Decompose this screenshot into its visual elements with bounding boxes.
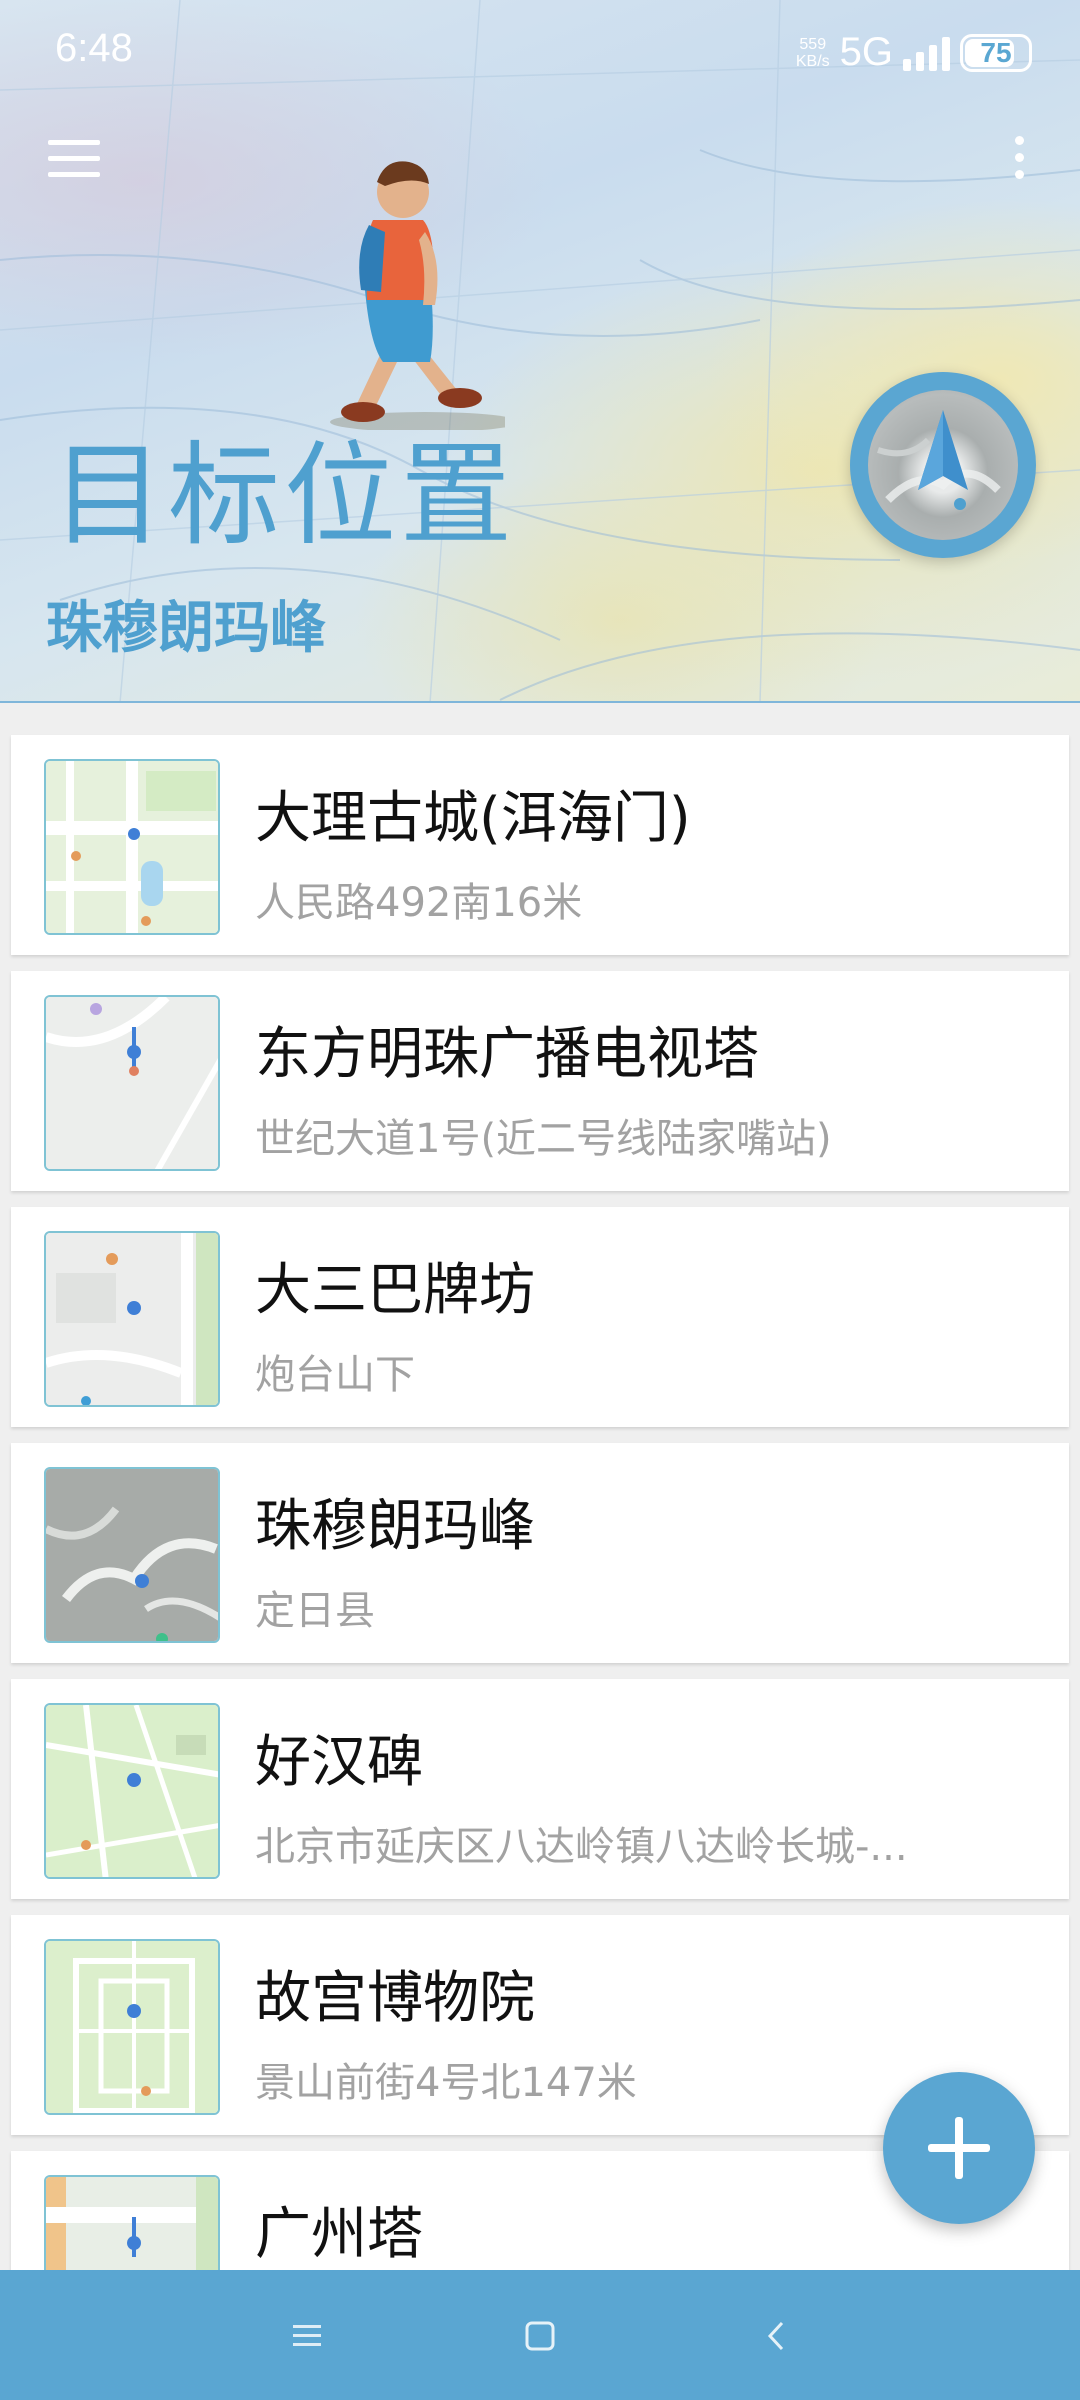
navigation-compass-icon[interactable] bbox=[850, 372, 1036, 558]
current-target-name: 珠穆朗玛峰 bbox=[46, 596, 326, 661]
location-name: 珠穆朗玛峰 bbox=[255, 1494, 535, 1559]
location-card[interactable]: 好汉碑 北京市延庆区八达岭镇八达岭长城-... bbox=[11, 1679, 1069, 1899]
location-name: 大三巴牌坊 bbox=[255, 1258, 535, 1323]
location-address: 北京市延庆区八达岭镇八达岭长城-... bbox=[255, 1824, 908, 1870]
add-location-button[interactable] bbox=[883, 2072, 1035, 2224]
location-name: 大理古城(洱海门) bbox=[255, 786, 691, 851]
status-icons: 559 KB/s 5G 75 bbox=[796, 30, 1032, 75]
compass-map-thumbnail bbox=[868, 390, 1018, 540]
location-address: 景山前街4号北147米 bbox=[255, 2060, 637, 2106]
battery-icon: 75 bbox=[960, 33, 1032, 72]
location-name: 好汉碑 bbox=[255, 1730, 423, 1795]
system-navigation-bar bbox=[0, 2270, 1080, 2400]
location-name: 广州塔 bbox=[255, 2202, 423, 2267]
location-card[interactable]: 大三巴牌坊 炮台山下 bbox=[11, 1207, 1069, 1427]
page-title: 目标位置 bbox=[52, 431, 516, 561]
network-speed: 559 KB/s bbox=[795, 35, 830, 70]
location-card[interactable]: 东方明珠广播电视塔 世纪大道1号(近二号线陆家嘴站) bbox=[11, 971, 1069, 1191]
location-address: 炮台山下 bbox=[255, 1352, 415, 1398]
plus-icon bbox=[928, 2117, 990, 2179]
location-map-thumbnail bbox=[44, 1231, 220, 1407]
location-map-thumbnail bbox=[44, 1939, 220, 2115]
header-banner: 6:48 559 KB/s 5G 75 目标位置 珠穆朗玛峰 bbox=[0, 0, 1080, 703]
status-time: 6:48 bbox=[55, 26, 133, 70]
location-list: 大理古城(洱海门) 人民路492南16米 东方明珠广播电视塔 世纪大道1号(近二… bbox=[0, 703, 1080, 2270]
location-name: 故宫博物院 bbox=[255, 1966, 535, 2031]
home-icon[interactable] bbox=[510, 2308, 570, 2364]
location-map-thumbnail bbox=[44, 2175, 220, 2270]
location-name: 东方明珠广播电视塔 bbox=[255, 1022, 759, 1087]
location-card[interactable]: 大理古城(洱海门) 人民路492南16米 bbox=[11, 735, 1069, 955]
status-bar: 6:48 559 KB/s 5G 75 bbox=[0, 0, 1080, 100]
location-map-thumbnail bbox=[44, 759, 220, 935]
more-vertical-icon[interactable] bbox=[1004, 136, 1034, 192]
compass-arrow-icon bbox=[877, 410, 1001, 510]
signal-strength-icon bbox=[903, 35, 950, 71]
battery-level: 75 bbox=[980, 36, 1012, 68]
hamburger-menu-icon[interactable] bbox=[48, 140, 104, 180]
location-address: 定日县 bbox=[255, 1588, 375, 1634]
location-card[interactable]: 珠穆朗玛峰 定日县 bbox=[11, 1443, 1069, 1663]
traveler-figure-image bbox=[330, 161, 505, 430]
location-map-thumbnail bbox=[44, 1467, 220, 1643]
location-address: 世纪大道1号(近二号线陆家嘴站) bbox=[255, 1116, 832, 1162]
back-icon[interactable] bbox=[747, 2308, 807, 2364]
location-map-thumbnail bbox=[44, 995, 220, 1171]
location-map-thumbnail bbox=[44, 1703, 220, 1879]
location-address: 人民路492南16米 bbox=[255, 880, 583, 926]
network-type: 5G bbox=[839, 30, 893, 74]
recent-apps-icon[interactable] bbox=[277, 2308, 337, 2364]
